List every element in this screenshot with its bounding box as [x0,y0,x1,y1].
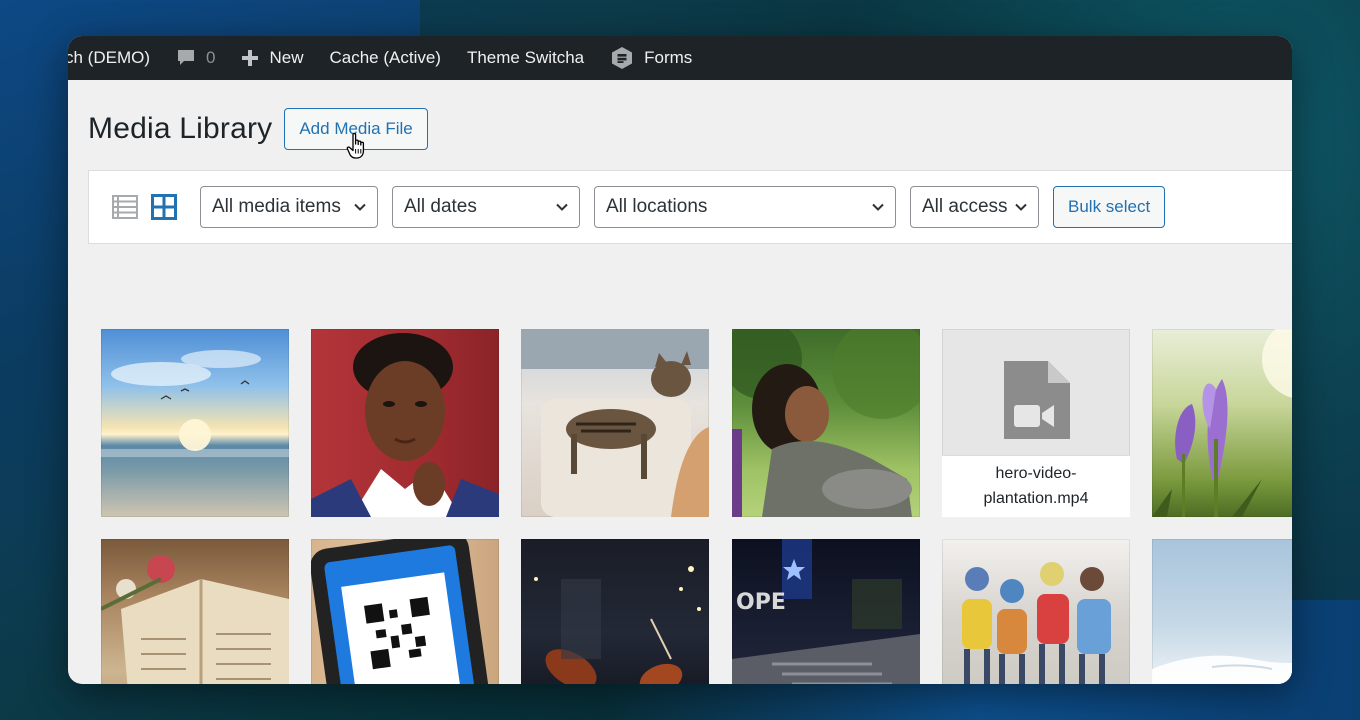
woman-laughing-park-image [732,329,920,517]
comment-icon [176,48,196,68]
admin-bar-theme-switcha[interactable]: Theme Switcha [454,36,597,80]
page-title: Media Library [88,112,273,145]
page-header: Media Library Add Media File [88,108,428,150]
media-item-hero-video[interactable]: hero-video-plantation.mp4 [942,329,1130,517]
theme-switcha-label: Theme Switcha [466,48,585,67]
chevron-down-icon [556,203,568,211]
snowy-mountain-image [1152,655,1292,684]
admin-bar-cache[interactable]: Cache (Active) [316,36,453,80]
cat-on-chair-image [521,329,709,517]
access-value: All access [922,196,1008,217]
media-item-filename: hero-video-plantation.mp4 [942,455,1130,517]
admin-bar-comments[interactable]: 0 [163,36,228,80]
hand-cursor-icon [346,132,368,165]
media-type-filter[interactable]: All media items [200,186,378,228]
chevron-down-icon [1015,203,1027,211]
media-item-beach-sunset[interactable] [101,329,289,517]
main-content: Media Library Add Media File All media i… [68,80,1292,684]
admin-bar-forms[interactable]: Forms [597,36,705,80]
list-view-icon[interactable] [111,193,139,221]
concert-stage-image: OPE [732,539,920,684]
book-and-rose-image [101,555,289,684]
bulk-select-button[interactable]: Bulk select [1053,186,1166,228]
forms-icon [610,46,634,70]
media-item-children-walking[interactable] [942,539,1130,684]
date-value: All dates [404,196,477,217]
phone-qr-code-image [311,539,492,684]
plus-icon [241,49,259,67]
violins-stage-image [534,566,701,684]
chevron-down-icon [354,203,366,211]
date-filter[interactable]: All dates [392,186,580,228]
children-walking-image [962,562,1111,684]
site-name-label: ch (DEMO) [68,48,150,67]
media-item-concert-stage[interactable]: OPE [732,539,920,684]
media-item-cat-on-chair[interactable] [521,329,709,517]
admin-bar-new[interactable]: New [228,36,316,80]
woman-portrait-image [311,333,499,517]
admin-bar: ch (DEMO) 0 New Cache (Active) Theme Swi… [68,36,1292,80]
media-item-snowy-mountain[interactable] [1152,539,1292,684]
chevron-down-icon [872,203,884,211]
forms-label: Forms [644,48,693,67]
cache-label: Cache (Active) [329,48,441,67]
grid-view-icon[interactable] [150,193,178,221]
location-filter[interactable]: All locations [594,186,896,228]
new-label: New [269,48,304,67]
beach-sunset-image [101,350,289,457]
purple-crocus-image [1152,329,1292,517]
admin-bar-site-name[interactable]: ch (DEMO) [68,36,163,80]
browser-window: ch (DEMO) 0 New Cache (Active) Theme Swi… [68,36,1292,684]
access-filter[interactable]: All access [910,186,1039,228]
media-item-woman-portrait[interactable] [311,329,499,517]
media-type-value: All media items [212,196,341,217]
location-value: All locations [606,196,708,217]
media-item-violins-stage[interactable] [521,539,709,684]
media-item-book-and-rose[interactable] [101,539,289,684]
media-item-purple-crocus[interactable] [1152,329,1292,517]
svg-text:OPE: OPE [736,590,786,615]
comments-count: 0 [206,48,216,67]
media-item-phone-qr-code[interactable] [311,539,499,684]
media-toolbar: All media items All dates All locations … [88,170,1292,244]
media-item-woman-laughing-park[interactable] [732,329,920,517]
